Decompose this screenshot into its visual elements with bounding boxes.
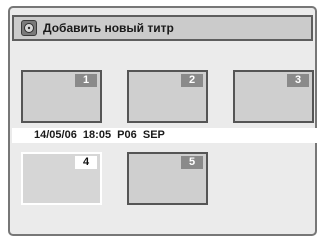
- title-thumbnail-1[interactable]: 1: [21, 70, 102, 123]
- title-thumbnail-2[interactable]: 2: [127, 70, 208, 123]
- thumbnail-number: 3: [287, 74, 309, 87]
- title-thumbnail-4[interactable]: 4: [21, 152, 102, 205]
- disc-icon: [21, 20, 37, 36]
- thumbnail-number: 5: [181, 156, 203, 169]
- title-thumbnail-3[interactable]: 3: [233, 70, 314, 123]
- title-thumbnail-5[interactable]: 5: [127, 152, 208, 205]
- title-info-bar: 14/05/06 18:05 P06 SEP: [12, 128, 317, 143]
- thumbnail-number: 2: [181, 74, 203, 87]
- thumbnail-number: 4: [75, 156, 97, 169]
- title-bar: Добавить новый титр: [12, 15, 313, 41]
- thumbnail-number: 1: [75, 74, 97, 87]
- page-title: Добавить новый титр: [43, 21, 174, 35]
